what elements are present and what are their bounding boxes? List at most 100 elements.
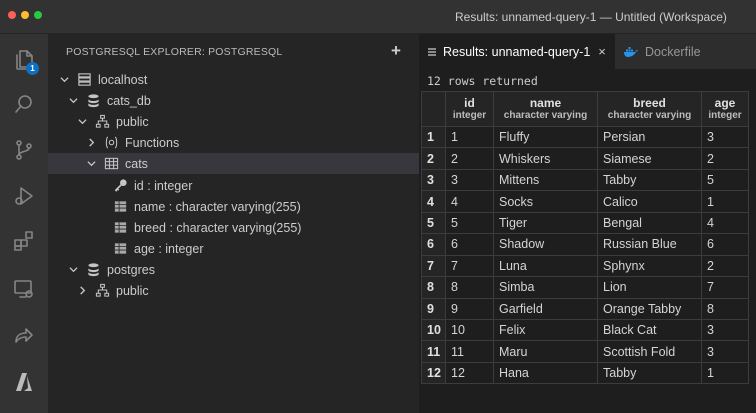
cell-breed[interactable]: Tabby xyxy=(597,168,702,192)
cell-age[interactable]: 5 xyxy=(701,168,749,192)
tree-item-column-id[interactable]: id : integer xyxy=(48,175,483,196)
explorer-icon[interactable]: 1 xyxy=(10,46,39,75)
table-row[interactable]: 2 2 Whiskers Siamese 2 xyxy=(421,147,749,170)
tree-item-column-name[interactable]: name : character varying(255) xyxy=(48,196,483,217)
table-row[interactable]: 7 7 Luna Sphynx 2 xyxy=(421,254,749,278)
cell-age[interactable]: 2 xyxy=(701,254,749,278)
chevron-down-icon[interactable] xyxy=(58,75,70,84)
cell-age[interactable]: 1 xyxy=(701,190,749,213)
chevron-down-icon[interactable] xyxy=(76,117,88,126)
tree-item-public-schema[interactable]: public xyxy=(48,111,447,132)
row-number: 7 xyxy=(421,254,446,278)
row-number: 2 xyxy=(421,147,446,170)
cell-breed[interactable]: Russian Blue xyxy=(597,233,702,256)
cell-age[interactable]: 8 xyxy=(701,297,749,320)
cell-id[interactable]: 2 xyxy=(445,147,494,170)
cell-age[interactable]: 3 xyxy=(701,125,749,149)
cell-id[interactable]: 7 xyxy=(445,254,494,278)
cell-name[interactable]: Fluffy xyxy=(493,125,598,149)
tab-results[interactable]: Results: unnamed-query-1 × xyxy=(419,34,615,69)
run-debug-icon[interactable] xyxy=(10,182,38,210)
column-header-name[interactable]: name character varying xyxy=(493,91,598,127)
tree-item-functions[interactable]: Functions xyxy=(48,132,456,153)
live-share-icon[interactable] xyxy=(10,322,38,350)
window-title: Results: unnamed-query-1 — Untitled (Wor… xyxy=(455,10,727,24)
add-connection-button[interactable]: + xyxy=(391,42,401,59)
cell-name[interactable]: Socks xyxy=(493,190,598,213)
cell-breed[interactable]: Tabby xyxy=(597,361,702,385)
cell-breed[interactable]: Bengal xyxy=(597,211,702,235)
table-row[interactable]: 4 4 Socks Calico 1 xyxy=(421,190,749,213)
cell-id[interactable]: 3 xyxy=(445,168,494,192)
table-row[interactable]: 8 8 Simba Lion 7 xyxy=(421,276,749,299)
cell-name[interactable]: Maru xyxy=(493,340,598,363)
cell-name[interactable]: Hana xyxy=(493,361,598,385)
cell-breed[interactable]: Siamese xyxy=(597,147,702,170)
cell-age[interactable]: 7 xyxy=(701,276,749,299)
table-row[interactable]: 12 12 Hana Tabby 1 xyxy=(421,361,749,385)
table-row[interactable]: 6 6 Shadow Russian Blue 6 xyxy=(421,233,749,256)
table-row[interactable]: 10 10 Felix Black Cat 3 xyxy=(421,318,749,342)
minimize-window-button[interactable] xyxy=(21,11,29,19)
cell-breed[interactable]: Persian xyxy=(597,125,702,149)
column-header-age[interactable]: age integer xyxy=(701,91,749,127)
cell-id[interactable]: 4 xyxy=(445,190,494,213)
cell-name[interactable]: Luna xyxy=(493,254,598,278)
chevron-down-icon[interactable] xyxy=(67,96,79,105)
tree-item-localhost[interactable]: localhost xyxy=(48,69,429,90)
remote-explorer-icon[interactable] xyxy=(10,275,38,303)
tree-item-cats-db[interactable]: cats_db xyxy=(48,90,438,111)
cell-breed[interactable]: Sphynx xyxy=(597,254,702,278)
cell-breed[interactable]: Orange Tabby xyxy=(597,297,702,320)
table-row[interactable]: 11 11 Maru Scottish Fold 3 xyxy=(421,340,749,363)
chevron-down-icon[interactable] xyxy=(85,159,97,168)
cell-name[interactable]: Shadow xyxy=(493,233,598,256)
tree-item-cats-table[interactable]: cats xyxy=(48,153,456,174)
tree-item-postgres-public[interactable]: public xyxy=(48,280,447,301)
table-row[interactable]: 3 3 Mittens Tabby 5 xyxy=(421,168,749,192)
tab-dockerfile[interactable]: Dockerfile xyxy=(615,34,756,69)
cell-name[interactable]: Mittens xyxy=(493,168,598,192)
cell-id[interactable]: 1 xyxy=(445,125,494,149)
column-header-id[interactable]: id integer xyxy=(445,91,494,127)
cell-id[interactable]: 11 xyxy=(445,340,494,363)
cell-age[interactable]: 3 xyxy=(701,340,749,363)
cell-age[interactable]: 4 xyxy=(701,211,749,235)
extensions-icon[interactable] xyxy=(10,227,38,255)
cell-breed[interactable]: Scottish Fold xyxy=(597,340,702,363)
cell-id[interactable]: 9 xyxy=(445,297,494,320)
column-header-breed[interactable]: breed character varying xyxy=(597,91,702,127)
cell-breed[interactable]: Black Cat xyxy=(597,318,702,342)
cell-id[interactable]: 8 xyxy=(445,276,494,299)
maximize-window-button[interactable] xyxy=(34,11,42,19)
cell-age[interactable]: 1 xyxy=(701,361,749,385)
close-icon[interactable]: × xyxy=(598,44,606,59)
tree-item-column-age[interactable]: age : integer xyxy=(48,238,483,259)
cell-name[interactable]: Felix xyxy=(493,318,598,342)
cell-age[interactable]: 3 xyxy=(701,318,749,342)
azure-icon[interactable] xyxy=(10,368,38,396)
cell-age[interactable]: 2 xyxy=(701,147,749,170)
chevron-right-icon[interactable] xyxy=(76,286,88,295)
cell-id[interactable]: 12 xyxy=(445,361,494,385)
cell-id[interactable]: 5 xyxy=(445,211,494,235)
chevron-down-icon[interactable] xyxy=(67,265,79,274)
cell-name[interactable]: Whiskers xyxy=(493,147,598,170)
cell-name[interactable]: Tiger xyxy=(493,211,598,235)
source-control-icon[interactable] xyxy=(10,136,38,164)
cell-breed[interactable]: Lion xyxy=(597,276,702,299)
search-icon[interactable] xyxy=(10,90,38,118)
cell-name[interactable]: Simba xyxy=(493,276,598,299)
cell-id[interactable]: 6 xyxy=(445,233,494,256)
tree-item-column-breed[interactable]: breed : character varying(255) xyxy=(48,217,483,238)
table-row[interactable]: 9 9 Garfield Orange Tabby 8 xyxy=(421,297,749,320)
cell-id[interactable]: 10 xyxy=(445,318,494,342)
cell-age[interactable]: 6 xyxy=(701,233,749,256)
table-row[interactable]: 5 5 Tiger Bengal 4 xyxy=(421,211,749,235)
chevron-right-icon[interactable] xyxy=(85,138,97,147)
close-window-button[interactable] xyxy=(8,11,16,19)
table-row[interactable]: 1 1 Fluffy Persian 3 xyxy=(421,125,749,149)
cell-name[interactable]: Garfield xyxy=(493,297,598,320)
tree-item-postgres-db[interactable]: postgres xyxy=(48,259,438,280)
cell-breed[interactable]: Calico xyxy=(597,190,702,213)
